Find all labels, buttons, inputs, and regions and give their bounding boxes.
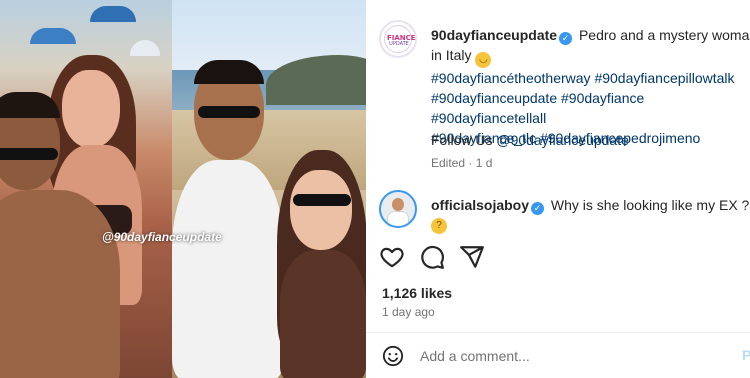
hashtag-link[interactable]: #90dayfiancepillowtalk: [594, 70, 734, 86]
beach-umbrella: [130, 40, 160, 56]
post-timestamp: 1 day ago: [382, 305, 435, 319]
post-caption: 90dayfianceupdate ✓ Pedro and a mystery w…: [431, 25, 750, 148]
commenter-username[interactable]: officialsojaboy: [431, 197, 529, 213]
share-icon[interactable]: [459, 244, 485, 270]
comment-emoji: ?: [431, 213, 447, 234]
comment-text: Why is she looking like my EX ?: [550, 197, 750, 213]
comment-row: officialsojaboy ✓ Why is she looking like…: [431, 195, 750, 215]
photo-watermark: @90dayfianceupdate: [102, 230, 222, 244]
hashtag-link[interactable]: #90dayfiancetellall: [431, 110, 546, 126]
hashtag-link[interactable]: #90dayfiance: [561, 90, 644, 106]
follow-line: Follow Us @90dayfianceupdate: [431, 132, 629, 148]
likes-count[interactable]: 1,126 likes: [382, 285, 452, 301]
post-photo[interactable]: @90dayfianceupdate: [0, 0, 366, 378]
author-avatar-logo: FIANCE UPDATE: [384, 25, 415, 53]
author-avatar[interactable]: FIANCE UPDATE: [379, 20, 417, 58]
hashtag-link[interactable]: #90dayfiancétheotherway: [431, 70, 591, 86]
photo-left-panel: [0, 0, 172, 378]
author-username[interactable]: 90dayfianceupdate: [431, 27, 557, 43]
divider: [366, 332, 750, 333]
follow-prefix: Follow Us: [431, 132, 493, 148]
post-meta: Edited · 1 d: [431, 156, 493, 170]
hashtag-link[interactable]: #90dayfianceupdate: [431, 90, 557, 106]
verified-badge-icon: ✓: [531, 202, 545, 215]
photo-right-panel: [172, 0, 366, 378]
post-detail-panel: FIANCE UPDATE 90dayfianceupdate ✓ Pedro a…: [366, 0, 750, 378]
beach-umbrella: [30, 28, 76, 44]
comment-input[interactable]: [420, 345, 720, 367]
post-comment-button[interactable]: P: [742, 347, 750, 363]
commenter-avatar[interactable]: [379, 190, 417, 228]
comment-icon[interactable]: [419, 244, 445, 270]
emoji-picker-icon[interactable]: [382, 345, 404, 367]
hill: [266, 55, 366, 105]
verified-badge-icon: ✓: [559, 32, 573, 45]
heart-icon[interactable]: [379, 244, 405, 270]
laughing-emoji-icon: ◡: [475, 52, 492, 68]
add-comment-bar: P: [366, 334, 750, 378]
beach-umbrella: [90, 6, 136, 22]
follow-handle-link[interactable]: @90dayfianceupdate: [496, 132, 629, 148]
thinking-emoji-icon: ?: [431, 218, 447, 234]
